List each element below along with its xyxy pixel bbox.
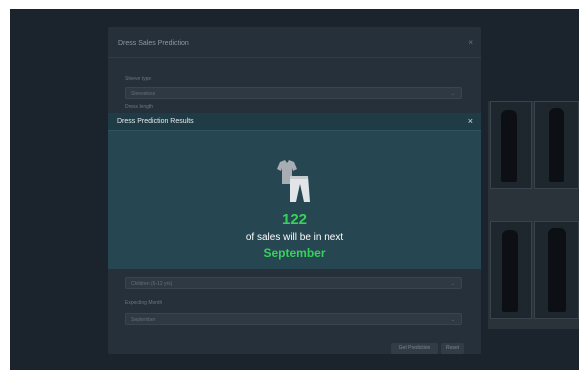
age-group-select[interactable]: Children (6-12 yrs) ⌄: [125, 277, 462, 289]
dress-length-label: Dress length: [125, 104, 154, 110]
close-icon[interactable]: ×: [468, 116, 473, 126]
product-image[interactable]: [490, 101, 532, 189]
expecting-month-value: September: [131, 317, 156, 323]
reset-button[interactable]: Reset: [441, 343, 464, 354]
chevron-down-icon: ⌄: [450, 91, 455, 97]
results-modal-title: Dress Prediction Results: [117, 118, 194, 125]
sleeve-type-value: Sleeveless: [131, 91, 156, 97]
product-image[interactable]: [490, 221, 532, 319]
form-close-icon[interactable]: ×: [468, 38, 473, 47]
prediction-message: of sales will be in next: [245, 232, 344, 243]
product-image[interactable]: [534, 101, 579, 189]
form-divider: [108, 57, 481, 58]
predicted-sales-count: 122: [281, 211, 308, 228]
product-image[interactable]: [534, 221, 579, 319]
get-prediction-button[interactable]: Get Prediction: [391, 343, 438, 354]
expecting-month-select[interactable]: September ⌄: [125, 313, 462, 325]
prediction-results-modal: Dress Prediction Results × 122 of sales …: [108, 113, 481, 269]
results-modal-header: Dress Prediction Results ×: [108, 113, 481, 131]
predicted-month: September: [263, 246, 326, 260]
sleeve-type-label: Sleeve type: [125, 76, 152, 82]
chevron-down-icon: ⌄: [450, 317, 455, 323]
clothes-icon: [277, 160, 310, 202]
sleeve-type-select[interactable]: Sleeveless ⌄: [125, 87, 462, 99]
chevron-down-icon: ⌄: [450, 281, 455, 287]
results-modal-body: 122 of sales will be in next September: [108, 131, 481, 269]
product-image-gallery: [488, 101, 579, 329]
app-viewport: Dress Sales Prediction × Sleeve type Sle…: [10, 9, 579, 370]
form-title: Dress Sales Prediction: [118, 40, 189, 47]
expecting-month-label: Expecting Month: [125, 300, 163, 306]
age-group-value: Children (6-12 yrs): [131, 281, 173, 287]
